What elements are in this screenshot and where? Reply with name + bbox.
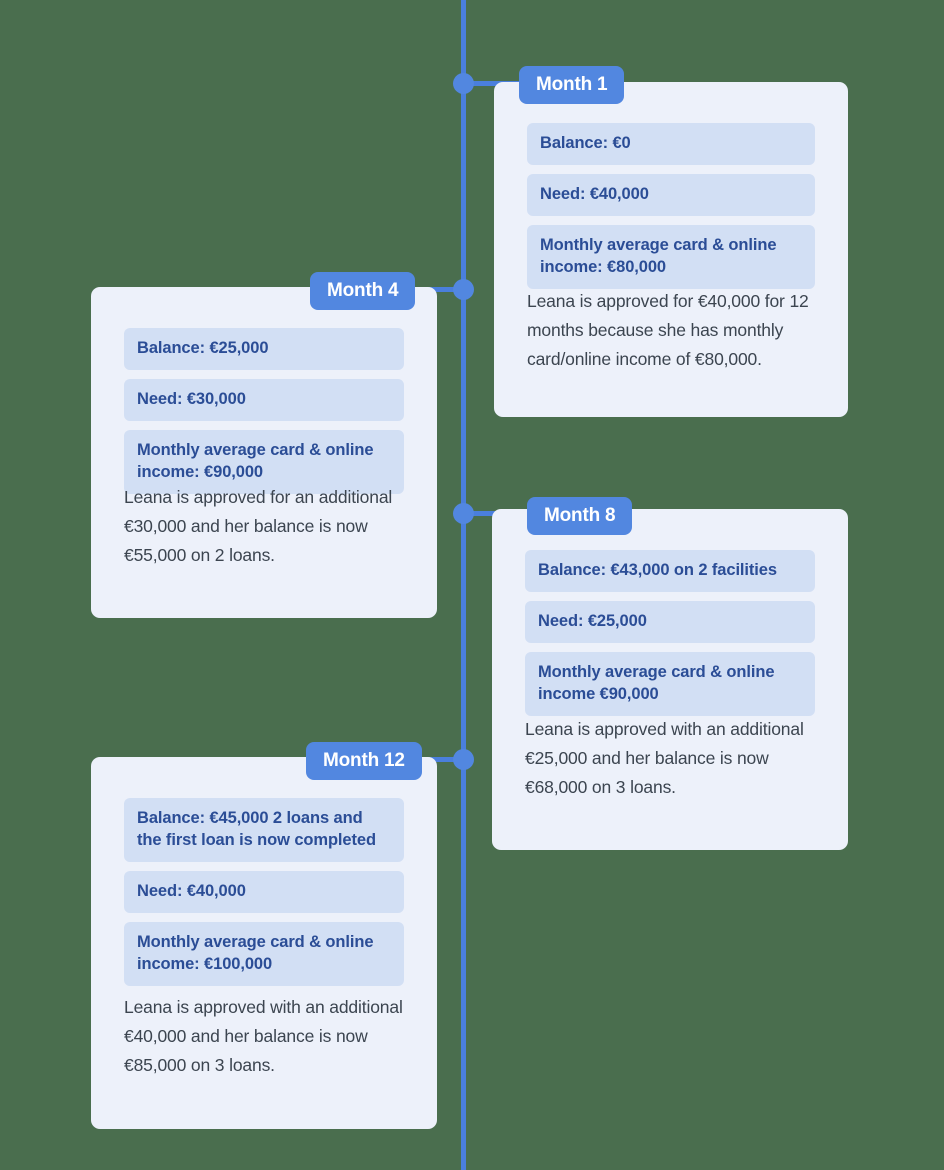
timeline-node-month-1[interactable]: [453, 73, 474, 94]
info-row-need: Need: €40,000: [527, 173, 815, 216]
milestone-description-month-4: Leana is approved for an additional €30,…: [124, 487, 393, 566]
milestone-card-month-1: Balance: €0 Need: €40,000 Monthly averag…: [494, 82, 848, 417]
milestone-description-month-12: Leana is approved with an additional €40…: [124, 997, 403, 1076]
info-row-need: Need: €30,000: [124, 378, 404, 421]
milestone-label-month-1[interactable]: Month 1: [519, 66, 625, 104]
timeline-vertical-line: [461, 0, 466, 1170]
info-row-income: Monthly average card & online income: €8…: [527, 224, 815, 289]
milestone-label-month-12[interactable]: Month 12: [306, 742, 422, 780]
info-rows-month-1: Balance: €0 Need: €40,000 Monthly averag…: [527, 123, 815, 298]
milestone-label-month-8[interactable]: Month 8: [527, 497, 633, 535]
info-row-balance: Balance: €0: [527, 123, 815, 165]
info-row-need: Need: €25,000: [525, 600, 815, 643]
milestone-card-month-4: Balance: €25,000 Need: €30,000 Monthly a…: [91, 287, 437, 618]
milestone-card-month-12: Balance: €45,000 2 loans and the first l…: [91, 757, 437, 1129]
timeline-infographic: Balance: €0 Need: €40,000 Monthly averag…: [0, 0, 944, 1170]
timeline-node-month-8[interactable]: [453, 503, 474, 524]
milestone-label-month-4[interactable]: Month 4: [310, 272, 416, 310]
info-row-balance: Balance: €45,000 2 loans and the first l…: [124, 798, 404, 862]
timeline-node-month-4[interactable]: [453, 279, 474, 300]
milestone-description-month-8: Leana is approved with an additional €25…: [525, 719, 804, 798]
info-row-income: Monthly average card & online income €90…: [525, 651, 815, 716]
info-row-balance: Balance: €25,000: [124, 328, 404, 370]
info-rows-month-12: Balance: €45,000 2 loans and the first l…: [124, 798, 404, 995]
info-rows-month-4: Balance: €25,000 Need: €30,000 Monthly a…: [124, 328, 404, 503]
info-row-balance: Balance: €43,000 on 2 facilities: [525, 550, 815, 592]
info-row-need: Need: €40,000: [124, 870, 404, 913]
milestone-description-month-1: Leana is approved for €40,000 for 12 mon…: [527, 291, 809, 370]
milestone-card-month-8: Balance: €43,000 on 2 facilities Need: €…: [492, 509, 848, 850]
info-rows-month-8: Balance: €43,000 on 2 facilities Need: €…: [525, 550, 815, 725]
info-row-income: Monthly average card & online income: €1…: [124, 921, 404, 986]
timeline-node-month-12[interactable]: [453, 749, 474, 770]
